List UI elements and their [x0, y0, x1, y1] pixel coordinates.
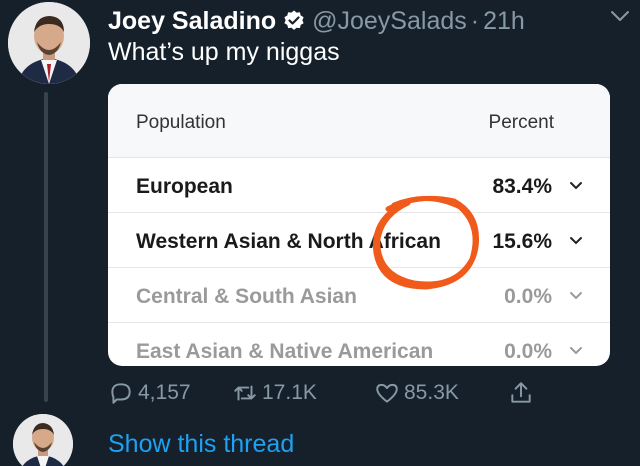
author-name[interactable]: Joey Saladino — [108, 7, 276, 36]
like-count: 85.3K — [404, 381, 459, 404]
population-percent: 0.0% — [504, 340, 552, 363]
like-button[interactable]: 85.3K — [374, 380, 459, 406]
population-percent: 83.4% — [492, 175, 552, 198]
population-label: Central & South Asian — [136, 285, 357, 308]
reply-button[interactable]: 4,157 — [108, 380, 191, 406]
population-percent: 0.0% — [504, 285, 552, 308]
action-bar: 4,157 17.1K 85.3K — [108, 380, 548, 414]
card-header: Population Percent — [108, 84, 610, 158]
author-avatar[interactable] — [8, 2, 90, 84]
share-button[interactable] — [508, 380, 538, 406]
chevron-down-icon[interactable] — [608, 4, 632, 28]
chevron-down-icon — [570, 182, 582, 190]
retweet-button[interactable]: 17.1K — [232, 380, 317, 406]
population-label: European — [136, 175, 233, 198]
verified-badge-icon — [282, 9, 306, 33]
retweet-icon — [234, 385, 256, 401]
retweet-count: 17.1K — [262, 381, 317, 404]
reply-icon — [111, 383, 131, 404]
thread-line — [44, 92, 48, 402]
population-percent: 15.6% — [492, 230, 552, 253]
separator-dot: · — [470, 6, 480, 35]
population-header: Population — [136, 112, 226, 133]
population-label: East Asian & Native American — [136, 340, 434, 363]
thread-author-avatar[interactable] — [13, 414, 73, 466]
population-row: East Asian & Native American 0.0% — [108, 323, 610, 366]
population-row: European 83.4% — [108, 158, 610, 213]
author-handle[interactable]: @JoeySalads — [312, 7, 467, 36]
highlight-circle-annotation — [372, 195, 480, 290]
chevron-down-icon — [570, 292, 582, 300]
chevron-down-icon — [570, 237, 582, 245]
population-row: Central & South Asian 0.0% — [108, 268, 610, 323]
show-thread-link[interactable]: Show this thread — [108, 430, 294, 459]
ancestry-card[interactable]: Population Percent European 83.4% Wester… — [108, 84, 610, 366]
tweet-text: What’s up my niggas — [108, 38, 340, 66]
population-row: Western Asian & North African 15.6% — [108, 213, 610, 268]
tweet-header: Joey Saladino @JoeySalads · 21h — [108, 6, 630, 36]
like-icon — [376, 383, 398, 403]
percent-header: Percent — [488, 112, 554, 133]
chevron-down-icon — [570, 347, 582, 355]
share-icon — [511, 382, 531, 403]
tweet-time[interactable]: 21h — [483, 7, 525, 36]
reply-count: 4,157 — [138, 381, 191, 404]
